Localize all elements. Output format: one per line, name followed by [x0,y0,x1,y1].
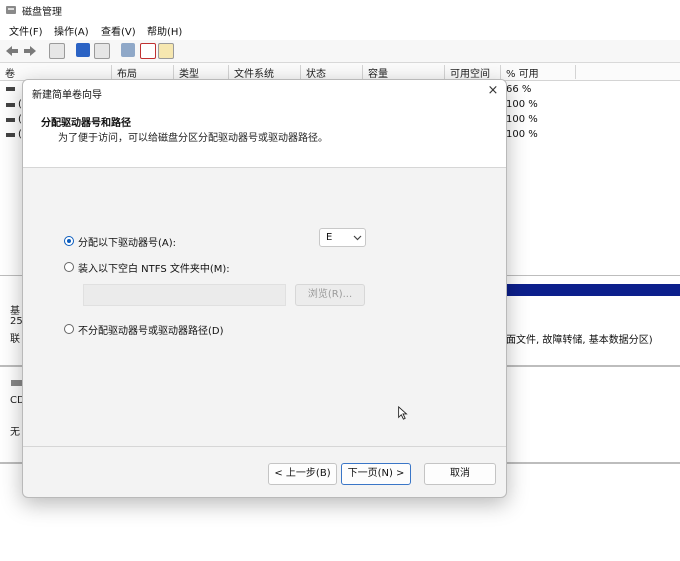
back-button[interactable]: < 上一步(B) [268,463,337,485]
col-filesystem[interactable]: 文件系统 [229,65,301,80]
assign-letter-label[interactable]: 分配以下驱动器号(A): [78,234,176,249]
col-volume[interactable]: 卷 [0,65,112,80]
close-icon[interactable]: × [485,83,501,99]
col-percent-free[interactable]: % 可用 [501,65,576,80]
assign-letter-radio[interactable] [64,236,74,246]
col-status[interactable]: 状态 [301,65,363,80]
drive-letter-value: E [326,232,333,243]
console-tree-icon[interactable] [49,43,65,59]
toolbar [0,40,680,63]
page-heading: 分配驱动器号和路径 [41,118,131,129]
mount-folder-label[interactable]: 装入以下空白 NTFS 文件夹中(M): [78,260,230,275]
folder-path-input[interactable] [83,284,286,306]
back-arrow-icon[interactable] [5,44,19,58]
col-layout[interactable]: 布局 [112,65,174,80]
volume-icon [6,87,15,91]
disk-management-icon [6,6,16,14]
cd-drive-status[interactable]: 无 [10,423,20,438]
help-icon[interactable] [76,43,90,57]
percent-free-value: 66 % [506,84,532,95]
drive-letter-select[interactable]: E [319,228,366,247]
forward-arrow-icon[interactable] [23,44,37,58]
menu-bar: 文件(F) 操作(A) 查看(V) 帮助(H) [0,20,680,41]
view-icon[interactable] [158,43,174,59]
percent-free-value: 100 % [506,114,538,125]
disk0-size[interactable]: 25 [10,316,23,327]
col-capacity[interactable]: 容量 [363,65,445,80]
chevron-down-icon [353,235,362,241]
col-free-space[interactable]: 可用空间 [445,65,501,80]
percent-free-value: 100 % [506,129,538,140]
disk0-type[interactable]: 基 [10,302,20,317]
volume-icon [6,133,15,137]
dialog-title-bar: 新建简单卷向导 × [23,80,506,102]
percent-free-value: 100 % [506,99,538,110]
col-type[interactable]: 类型 [174,65,229,80]
dialog-title: 新建简单卷向导 [32,90,102,101]
no-assign-label[interactable]: 不分配驱动器号或驱动器路径(D) [78,322,224,337]
browse-button[interactable]: 浏览(R)... [295,284,365,306]
properties-icon[interactable] [94,43,110,59]
menu-action[interactable]: 操作(A) [54,23,89,38]
new-simple-volume-wizard: 新建简单卷向导 × 分配驱动器号和路径 为了便于访问，可以给磁盘分区分配驱动器号… [22,79,507,498]
footer-divider [23,446,506,447]
mount-folder-radio[interactable] [64,262,74,272]
dialog-header: 分配驱动器号和路径 为了便于访问，可以给磁盘分区分配驱动器号或驱动器路径。 [23,102,506,168]
menu-view[interactable]: 查看(V) [101,23,136,38]
app-title-bar: 磁盘管理 [0,0,680,20]
partition-bar[interactable] [505,284,680,296]
next-button[interactable]: 下一页(N) > [341,463,411,485]
volume-icon [6,103,15,107]
app-title: 磁盘管理 [22,7,62,18]
page-subheading: 为了便于访问，可以给磁盘分区分配驱动器号或驱动器路径。 [58,133,328,144]
mouse-cursor-icon [398,406,408,420]
volume-icon [6,118,15,122]
menu-file[interactable]: 文件(F) [9,23,43,38]
no-assign-radio[interactable] [64,324,74,334]
partition-description[interactable]: 面文件, 故障转储, 基本数据分区) [506,331,653,346]
disk0-status[interactable]: 联 [10,330,20,345]
check-icon[interactable] [140,43,156,59]
menu-help[interactable]: 帮助(H) [147,23,182,38]
cancel-button[interactable]: 取消 [424,463,496,485]
connect-icon[interactable] [121,43,135,57]
